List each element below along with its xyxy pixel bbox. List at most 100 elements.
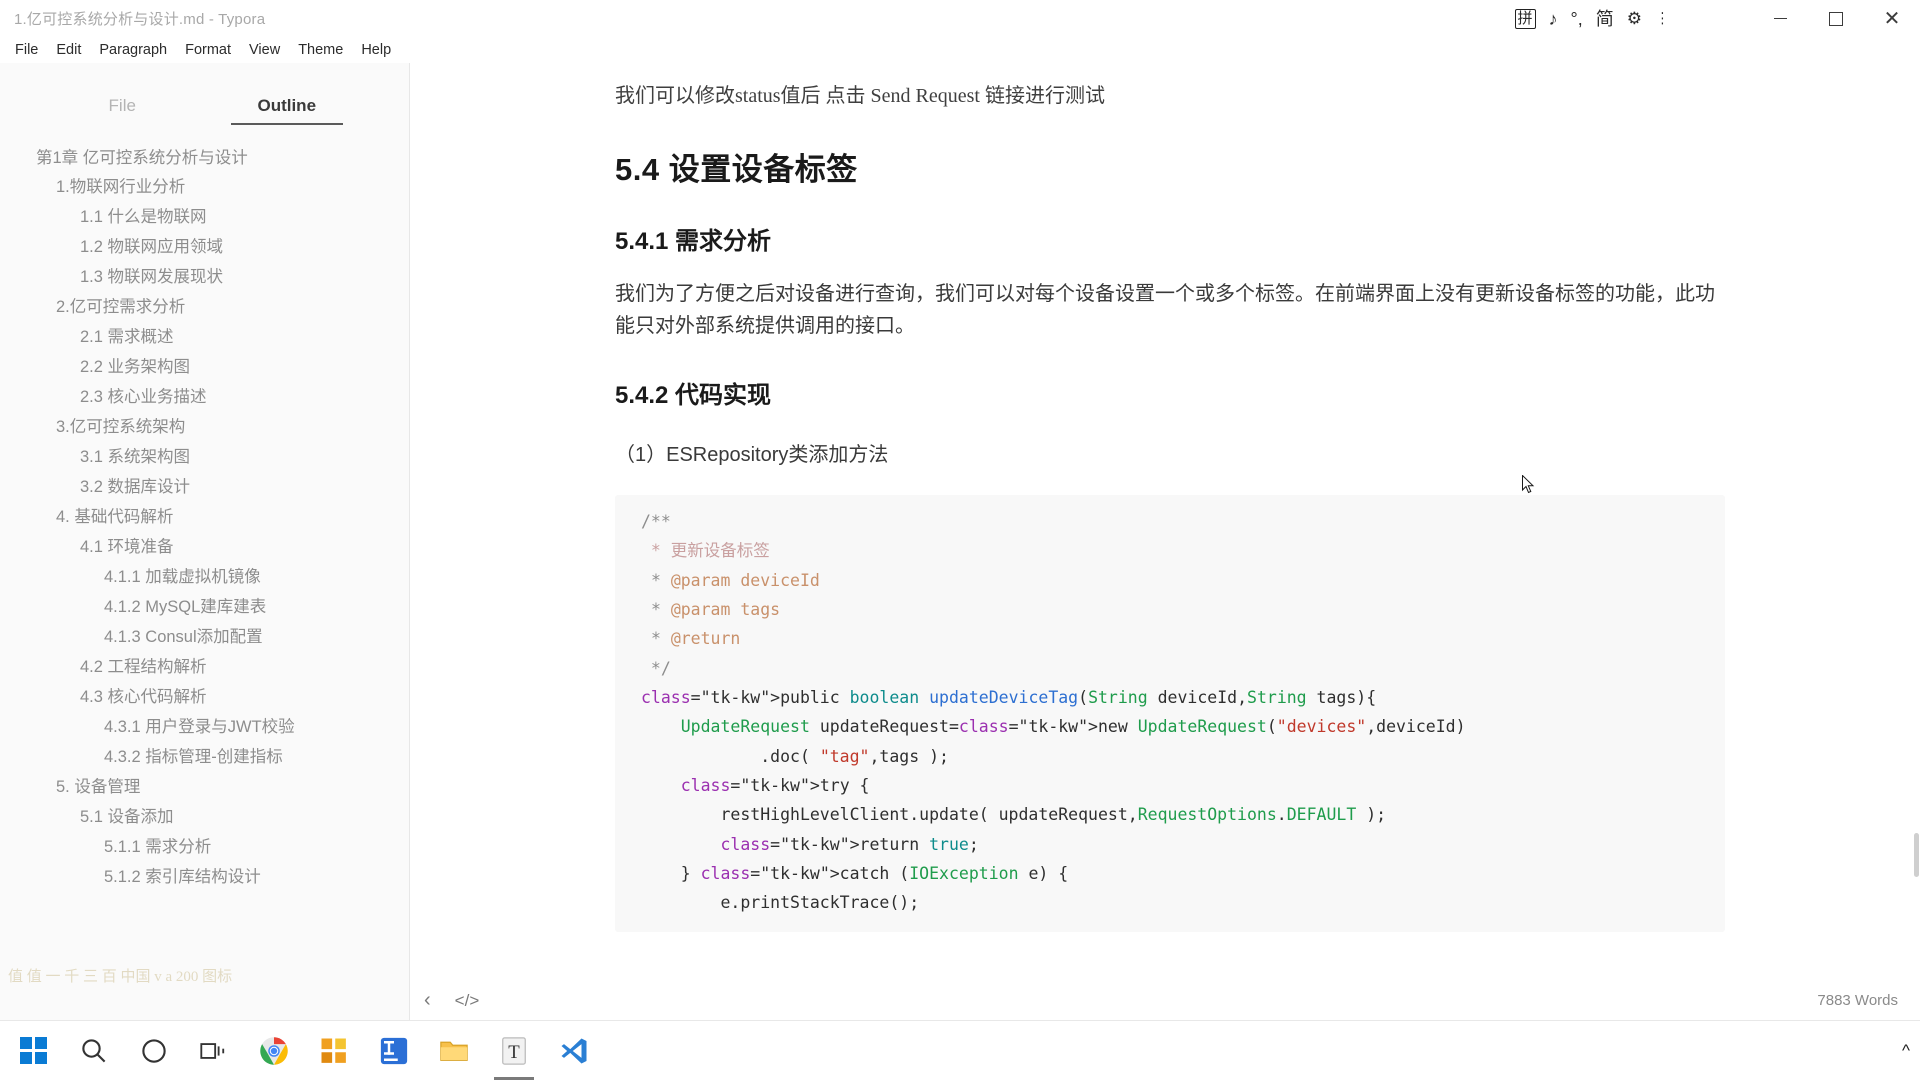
code-line: */ bbox=[641, 658, 671, 678]
code-line: * 更新设备标签 bbox=[641, 541, 770, 561]
ime-mode-icon[interactable]: 简 bbox=[1596, 10, 1614, 28]
outline-item[interactable]: 4.1 环境准备 bbox=[0, 533, 409, 563]
outline-item[interactable]: 2.2 业务架构图 bbox=[0, 353, 409, 383]
search-icon bbox=[82, 1038, 106, 1062]
task-view-button[interactable] bbox=[184, 1022, 244, 1080]
start-button[interactable] bbox=[4, 1022, 64, 1080]
svg-text:T: T bbox=[508, 1041, 520, 1062]
menu-help[interactable]: Help bbox=[352, 39, 400, 61]
outline-item[interactable]: 1.1 什么是物联网 bbox=[0, 203, 409, 233]
outline-item[interactable]: 2.1 需求概述 bbox=[0, 323, 409, 353]
outline-item[interactable]: 4. 基础代码解析 bbox=[0, 503, 409, 533]
heading-5-4-2: 5.4.2 代码实现 bbox=[615, 381, 772, 409]
task-view-icon bbox=[200, 1042, 225, 1059]
tab-outline[interactable]: Outline bbox=[205, 96, 370, 125]
close-button[interactable]: ✕ bbox=[1864, 0, 1920, 37]
vscode-icon bbox=[561, 1038, 587, 1063]
menu-paragraph[interactable]: Paragraph bbox=[90, 39, 176, 61]
outline-item[interactable]: 1.3 物联网发展现状 bbox=[0, 263, 409, 293]
outline-item[interactable]: 4.1.3 Consul添加配置 bbox=[0, 623, 409, 653]
paragraph-requirement-analysis: 我们为了方便之后对设备进行查询，我们可以对每个设备设置一个或多个标签。在前端界面… bbox=[615, 283, 1715, 338]
menu-file[interactable]: File bbox=[6, 39, 47, 61]
paragraph-intro-note: 我们可以修改status值后 点击 Send Request 链接进行测试 bbox=[615, 85, 1105, 107]
grid-orange-icon bbox=[321, 1038, 346, 1063]
keyboard-icon[interactable]: °, bbox=[1571, 10, 1583, 28]
intellij-icon bbox=[380, 1037, 408, 1064]
system-tray: 拼 ♪ °, 简 ⚙ ⋮ bbox=[1514, 0, 1670, 37]
vscode-button[interactable] bbox=[544, 1022, 604, 1080]
maximize-icon bbox=[1829, 12, 1843, 26]
gear-icon[interactable]: ⚙ bbox=[1627, 10, 1642, 27]
outline-item[interactable]: 第1章 亿可控系统分析与设计 bbox=[0, 143, 409, 173]
chrome-icon bbox=[260, 1036, 288, 1065]
code-line: class="tk-kw">return true; bbox=[720, 834, 979, 854]
outline-item[interactable]: 3.2 数据库设计 bbox=[0, 473, 409, 503]
status-left-group: ‹ </> bbox=[410, 990, 479, 1010]
outline-item[interactable]: 2.3 核心业务描述 bbox=[0, 383, 409, 413]
menu-bar: File Edit Paragraph Format View Theme He… bbox=[0, 37, 1920, 63]
back-chevron-icon[interactable]: ‹ bbox=[424, 990, 431, 1010]
music-note-icon[interactable]: ♪ bbox=[1549, 10, 1558, 28]
folder-icon bbox=[440, 1041, 468, 1061]
outline-item[interactable]: 4.3.2 指标管理-创建指标 bbox=[0, 742, 409, 772]
outline-item[interactable]: 5.1 设备添加 bbox=[0, 802, 409, 832]
ime-indicator-icon[interactable]: 拼 bbox=[1514, 8, 1536, 29]
menu-edit[interactable]: Edit bbox=[47, 39, 90, 61]
window-title: 1.亿可控系统分析与设计.md - Typora bbox=[14, 11, 266, 28]
more-options-icon[interactable]: ⋮ bbox=[1657, 11, 1669, 26]
outline-item[interactable]: 5.1.1 需求分析 bbox=[0, 832, 409, 862]
app-orange-button[interactable] bbox=[304, 1022, 364, 1080]
maximize-button[interactable] bbox=[1808, 0, 1864, 37]
word-count-label[interactable]: 7883 Words bbox=[1817, 992, 1920, 1009]
code-line: * @param tags bbox=[650, 599, 781, 619]
outline-item[interactable]: 4.3.1 用户登录与JWT校验 bbox=[0, 712, 409, 742]
menu-format[interactable]: Format bbox=[176, 39, 240, 61]
code-line: restHighLevelClient.update( updateReques… bbox=[641, 805, 1387, 825]
outline-item[interactable]: 3.1 系统架构图 bbox=[0, 443, 409, 473]
window-body: File Outline 第1章 亿可控系统分析与设计 1.物联网行业分析 1.1 … bbox=[0, 63, 1920, 1020]
outline-item[interactable]: 5. 设备管理 bbox=[0, 772, 409, 802]
outline-item[interactable]: 4.1.2 MySQL建库建表 bbox=[0, 593, 409, 623]
outline-item[interactable]: 1.物联网行业分析 bbox=[0, 173, 409, 203]
source-code-icon[interactable]: </> bbox=[455, 992, 480, 1009]
minimize-button[interactable] bbox=[1752, 0, 1808, 37]
sidebar: File Outline 第1章 亿可控系统分析与设计 1.物联网行业分析 1.1 … bbox=[0, 63, 410, 1020]
typora-window: 1.亿可控系统分析与设计.md - Typora 拼 ♪ °, 简 ⚙ ⋮ ✕ … bbox=[0, 0, 1920, 1080]
taskbar-tray: ^ bbox=[1902, 1041, 1920, 1061]
chrome-button[interactable] bbox=[244, 1022, 304, 1080]
code-line: class="tk-kw">public boolean updateDevic… bbox=[641, 687, 1377, 707]
menu-view[interactable]: View bbox=[240, 39, 289, 61]
code-line: class="tk-kw">try { bbox=[680, 776, 870, 796]
outline-item[interactable]: 3.亿可控系统架构 bbox=[0, 413, 409, 443]
editor-pane: 我们可以修改status值后 点击 Send Request 链接进行测试 5.… bbox=[410, 63, 1920, 1020]
circle-icon bbox=[142, 1038, 166, 1063]
code-line: } class="tk-kw">catch (IOException e) { bbox=[641, 864, 1069, 884]
minimize-icon bbox=[1774, 18, 1787, 19]
code-line: * @return bbox=[650, 629, 741, 649]
document-scroll-area[interactable]: 我们可以修改status值后 点击 Send Request 链接进行测试 5.… bbox=[410, 63, 1920, 980]
code-block-java[interactable]: /** * 更新设备标签 * @param deviceId * @param … bbox=[615, 494, 1725, 932]
heading-5-4: 5.4 设置设备标签 bbox=[615, 152, 858, 187]
explorer-button[interactable] bbox=[424, 1022, 484, 1080]
outline-item[interactable]: 5.1.2 索引库结构设计 bbox=[0, 862, 409, 892]
close-icon: ✕ bbox=[1883, 7, 1901, 30]
outline-item[interactable]: 4.1.1 加载虚拟机镜像 bbox=[0, 563, 409, 593]
idea-button[interactable] bbox=[364, 1022, 424, 1080]
document-content[interactable]: 我们可以修改status值后 点击 Send Request 链接进行测试 5.… bbox=[605, 63, 1725, 932]
outline-item[interactable]: 4.3 核心代码解析 bbox=[0, 682, 409, 712]
tab-file[interactable]: File bbox=[40, 96, 205, 125]
code-line: .doc( "tag",tags ); bbox=[641, 746, 949, 766]
outline-item[interactable]: 4.2 工程结构解析 bbox=[0, 652, 409, 682]
outline-item[interactable]: 1.2 物联网应用领域 bbox=[0, 233, 409, 263]
vertical-scrollbar[interactable] bbox=[1914, 833, 1919, 877]
cortana-button[interactable] bbox=[124, 1022, 184, 1080]
sidebar-tabs: File Outline bbox=[0, 63, 409, 125]
search-button[interactable] bbox=[64, 1022, 124, 1080]
menu-theme[interactable]: Theme bbox=[289, 39, 352, 61]
windows-taskbar: T ^ bbox=[0, 1020, 1920, 1080]
show-hidden-icons-caret-icon[interactable]: ^ bbox=[1902, 1041, 1910, 1061]
status-bar: ‹ </> 7883 Words bbox=[410, 980, 1920, 1020]
outline-item[interactable]: 2.亿可控需求分析 bbox=[0, 293, 409, 323]
typora-button[interactable]: T bbox=[484, 1022, 544, 1080]
title-bar: 1.亿可控系统分析与设计.md - Typora 拼 ♪ °, 简 ⚙ ⋮ ✕ bbox=[0, 0, 1920, 37]
